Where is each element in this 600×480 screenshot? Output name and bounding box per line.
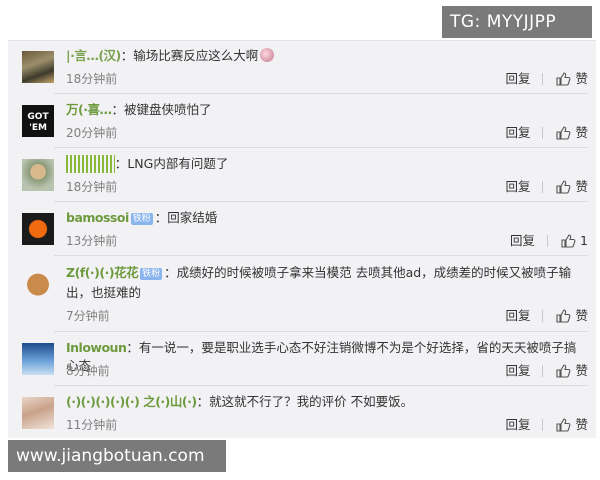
avatar[interactable] [22,213,54,245]
fan-badge: 铁粉 [140,268,163,280]
like-count[interactable]: 1 [580,233,588,249]
reply-button[interactable]: 回复 [505,417,530,433]
thumbs-up-icon[interactable] [555,71,571,87]
comment-username[interactable]: Inlowoun [66,339,127,357]
comment-text: 回家结婚 [167,210,218,225]
comment-text: 就这就不行了？我的评价 不如要饭。 [209,394,414,409]
divider [542,419,544,431]
thumbs-up-icon[interactable] [555,179,571,195]
comment-list: |·言…(汉)：输场比赛反应这么大啊 18分钟前 回复 赞 GOT 'EM 万(·… [8,40,596,438]
reply-button[interactable]: 回复 [505,363,530,379]
avatar[interactable] [22,397,54,429]
like-button[interactable]: 赞 [575,125,588,141]
comment-time: 8分钟前 [66,364,110,378]
thumbs-up-icon[interactable] [555,125,571,141]
like-button[interactable]: 赞 [575,71,588,87]
watermark-top: TG: MYYJJPP [442,6,592,38]
divider [542,73,544,85]
thumbs-up-icon[interactable] [560,233,576,249]
comment-time: 18分钟前 [66,180,118,194]
comment-username[interactable]: 万(·喜… [66,101,112,119]
avatar[interactable] [22,159,54,191]
comment-username[interactable]: Z(f(·)(·)花花 [66,263,139,283]
comment-item: Inlowoun：有一说一，要是职业选手心态不好注销微博不为是个好选择，省的天天… [8,332,596,386]
comment-username[interactable]: |||||||||||| [66,155,115,173]
comment-text: 有一说一，要是职业选手心态不好注销微博不为是个好选择，省的天天被喷子搞心态 [66,340,577,373]
reply-button[interactable]: 回复 [510,233,535,249]
avatar[interactable] [22,51,54,83]
comment-username[interactable]: |·言…(汉) [66,47,121,65]
comment-item: (·)(·)(·)(·)(·) 之(·)山(·)：就这就不行了？我的评价 不如要… [8,386,596,439]
comment-username[interactable]: bamossoi [66,209,129,227]
avatar[interactable] [22,267,54,299]
comment-time: 20分钟前 [66,126,118,140]
thumbs-up-icon[interactable] [555,308,571,324]
comment-time: 13分钟前 [66,234,118,248]
comment-username[interactable]: (·)(·)(·)(·)(·) 之(·)山(·) [66,393,197,411]
comment-item: ||||||||||||：LNG内部有问题了 18分钟前 回复 赞 [8,148,596,202]
reply-button[interactable]: 回复 [505,179,530,195]
avatar[interactable] [22,343,54,375]
like-button[interactable]: 赞 [575,363,588,379]
like-button[interactable]: 赞 [575,308,588,324]
fan-badge: 铁粉 [130,213,153,225]
avatar[interactable]: GOT 'EM [22,105,54,137]
divider [542,181,544,193]
reply-button[interactable]: 回复 [505,308,530,324]
comment-item: bamossoi 铁粉 ：回家结婚 13分钟前 回复 1 [8,202,596,256]
comment-time: 11分钟前 [66,418,118,432]
comment-item: |·言…(汉)：输场比赛反应这么大啊 18分钟前 回复 赞 [8,41,596,94]
like-button[interactable]: 赞 [575,417,588,433]
divider [542,127,544,139]
comment-text: 输场比赛反应这么大啊 [133,48,259,63]
comment-text: 被键盘侠喷怕了 [123,102,212,117]
like-button[interactable]: 赞 [575,179,588,195]
reply-button[interactable]: 回复 [505,71,530,87]
emoji-icon [260,48,275,62]
svg-text:GOT: GOT [27,112,49,122]
thumbs-up-icon[interactable] [555,363,571,379]
divider [547,235,549,247]
comment-item: Z(f(·)(·)花花 铁粉 ：成绩好的时候被喷子拿来当模范 去喷其他ad，成绩差的… [8,256,596,332]
comment-item: GOT 'EM 万(·喜…：被键盘侠喷怕了 20分钟前 回复 赞 [8,94,596,148]
comment-time: 18分钟前 [66,72,118,86]
comment-time: 7分钟前 [66,309,110,323]
reply-button[interactable]: 回复 [505,125,530,141]
divider [542,310,544,322]
divider [542,365,544,377]
thumbs-up-icon[interactable] [555,417,571,433]
svg-text:'EM: 'EM [29,123,47,133]
watermark-bottom: www.jiangbotuan.com [8,440,226,472]
comment-text: LNG内部有问题了 [127,156,229,171]
